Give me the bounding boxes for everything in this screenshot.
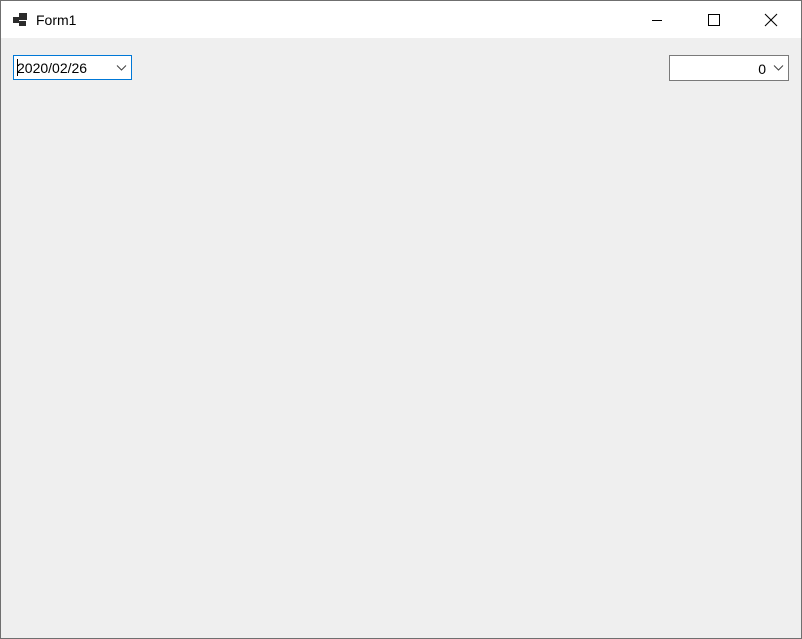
numeric-combo-box[interactable]: 0 bbox=[669, 55, 789, 81]
chevron-down-icon[interactable] bbox=[773, 64, 784, 72]
maximize-button[interactable] bbox=[685, 1, 743, 38]
minimize-button[interactable] bbox=[628, 1, 686, 38]
form-client-area: 2020/02/26 0 bbox=[1, 38, 801, 638]
title-bar[interactable]: Form1 bbox=[1, 1, 801, 38]
combo-value[interactable]: 0 bbox=[758, 60, 766, 78]
chevron-down-icon[interactable] bbox=[116, 64, 127, 72]
close-icon bbox=[764, 13, 778, 26]
close-button[interactable] bbox=[742, 1, 800, 38]
date-picker[interactable]: 2020/02/26 bbox=[13, 55, 132, 80]
date-picker-value[interactable]: 2020/02/26 bbox=[17, 59, 87, 77]
window-title: Form1 bbox=[36, 12, 77, 28]
app-icon[interactable] bbox=[12, 12, 28, 28]
minimize-icon bbox=[652, 19, 662, 21]
maximize-icon bbox=[708, 13, 720, 26]
text-cursor bbox=[17, 59, 18, 76]
form-window: Form1 2020/02/26 0 bbox=[0, 0, 802, 639]
